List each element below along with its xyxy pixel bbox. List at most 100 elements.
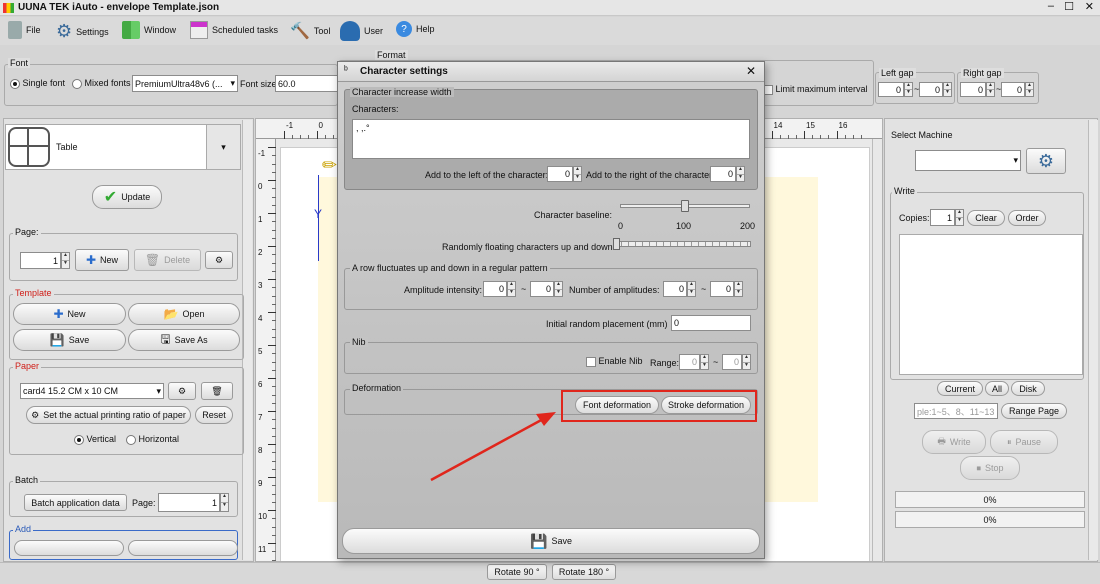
page-range-input[interactable]: ple:1~5、8、11~13 [914,403,998,419]
add-right-stepper[interactable]: ▲ ▼ [736,166,745,182]
machine-settings-button[interactable]: ⚙ [1026,148,1066,174]
disk-button[interactable]: Disk [1011,381,1045,396]
left-gap-max-stepper[interactable]: ▲ ▼ [943,82,952,97]
template-open-button[interactable]: 📂 Open [128,303,240,325]
template-new-button[interactable]: ✚ New [13,303,126,325]
stroke-deformation-button[interactable]: Stroke deformation [661,396,751,414]
all-button[interactable]: All [985,381,1009,396]
menu-file[interactable]: File [8,21,41,39]
clear-button[interactable]: Clear [967,210,1005,226]
ruler-minor-tick [332,135,334,139]
menu-window[interactable]: Window [122,21,176,39]
reset-button[interactable]: Reset [195,406,233,424]
left-gap-min-stepper[interactable]: ▲ ▼ [904,82,913,97]
amplitude-min-stepper[interactable]: ▲ ▼ [507,281,516,297]
printing-ratio-button[interactable]: ⚙ Set the actual printing ratio of paper [26,406,191,424]
menu-scheduled-tasks[interactable]: Scheduled tasks [190,21,278,39]
limit-interval-checkbox[interactable]: Limit maximum interval [763,84,868,95]
menu-help[interactable]: ? Help [396,21,435,37]
range-page-button[interactable]: Range Page [1001,403,1067,419]
batch-application-button[interactable]: Batch application data [24,494,127,511]
ruler-minor-tick [272,204,276,206]
write-button[interactable]: 🖶 Write [922,430,986,454]
range-min-stepper[interactable]: ▲ ▼ [700,354,709,370]
num-amplitudes-min-input[interactable]: 0 [663,281,687,297]
task-list[interactable] [899,234,1083,375]
range-max-input[interactable]: 0 [722,354,742,370]
minimize-icon[interactable]: – [1048,0,1054,12]
order-button[interactable]: Order [1008,210,1046,226]
enable-nib-checkbox[interactable]: Enable Nib [586,356,643,367]
ruler-minor-tick [272,394,276,396]
machine-select[interactable]: ▾ [915,150,1021,171]
ruler-minor-tick [272,262,276,264]
stop-button[interactable]: ⏹ Stop [960,456,1020,480]
right-gap-min-input[interactable]: 0 [960,82,986,97]
vertical-radio[interactable]: Vertical [74,434,116,445]
page-input[interactable]: 1 [20,252,61,269]
baseline-slider-thumb[interactable] [681,200,689,212]
close-icon[interactable]: ✕ [746,64,756,78]
close-window-icon[interactable]: ✕ [1085,0,1094,13]
copies-input[interactable]: 1 [930,209,955,226]
horizontal-radio[interactable]: Horizontal [126,434,179,445]
right-gap-max-stepper[interactable]: ▲ ▼ [1025,82,1034,97]
amplitude-max-input[interactable]: 0 [530,281,554,297]
rotate-90-button[interactable]: Rotate 90 ° [487,564,547,580]
single-font-radio[interactable]: Single font [10,78,65,89]
canvas-scrollbar[interactable] [872,139,882,561]
floating-slider[interactable] [613,238,751,250]
font-size-input[interactable]: 60.0 [275,75,339,92]
add-right-input[interactable]: 0 [710,166,736,182]
batch-page-stepper[interactable]: ▲ ▼ [220,493,229,512]
amplitude-max-stepper[interactable]: ▲ ▼ [554,281,563,297]
dialog-save-button[interactable]: 💾 Save [342,528,760,554]
template-dropdown-arrow[interactable]: ▾ [206,125,240,169]
template-selector[interactable]: Table ▾ [5,124,241,170]
pause-button[interactable]: ⏸ Pause [990,430,1058,454]
initial-placement-input[interactable]: 0 [671,315,751,331]
paper-select[interactable]: card4 15.2 CM x 10 CM ▾ [20,383,164,399]
baseline-slider[interactable] [620,200,750,212]
add-button-1[interactable] [14,540,124,556]
template-save-button[interactable]: 💾 Save [13,329,126,351]
num-amplitudes-max-input[interactable]: 0 [710,281,734,297]
maximize-icon[interactable]: ☐ [1064,0,1074,13]
left-gap-max-input[interactable]: 0 [919,82,943,97]
amplitude-min-input[interactable]: 0 [483,281,507,297]
add-left-stepper[interactable]: ▲ ▼ [573,166,582,182]
add-left-input[interactable]: 0 [547,166,573,182]
menu-user[interactable]: User [340,21,383,41]
page-settings-button[interactable]: ⚙ [205,251,233,269]
delete-page-button[interactable]: 🗑 Delete [134,249,201,271]
ruler-label: 2 [258,248,263,257]
add-button-2[interactable] [128,540,238,556]
ruler-minor-tick [272,303,276,305]
update-button[interactable]: ✔ Update [92,185,162,209]
menu-tool[interactable]: 🔨 Tool [290,21,330,41]
paper-delete-button[interactable]: 🗑 [201,382,233,400]
batch-page-input[interactable]: 1 [158,493,220,512]
rotate-180-button[interactable]: Rotate 180 ° [552,564,616,580]
num-amplitudes-min-stepper[interactable]: ▲ ▼ [687,281,696,297]
new-page-button[interactable]: ✚ New [75,249,129,271]
template-save-as-button[interactable]: 🖫 Save As [128,329,240,351]
characters-textarea[interactable]: , ,.° [352,119,750,159]
copies-stepper[interactable]: ▲ ▼ [955,209,964,226]
font-select[interactable]: PremiumUltra48v6 (... ▾ [132,75,238,92]
characters-label: Characters: [352,104,399,114]
num-amplitudes-max-stepper[interactable]: ▲ ▼ [734,281,743,297]
mixed-fonts-radio[interactable]: Mixed fonts [72,78,131,89]
left-gap-min-input[interactable]: 0 [878,82,904,97]
right-gap-max-input[interactable]: 0 [1001,82,1025,97]
paper-settings-button[interactable]: ⚙ [168,382,196,400]
right-panel-scrollbar[interactable] [1088,120,1098,560]
right-gap-min-stepper[interactable]: ▲ ▼ [986,82,995,97]
floating-slider-thumb[interactable] [613,238,620,250]
font-deformation-button[interactable]: Font deformation [575,396,659,414]
page-stepper[interactable]: ▲ ▼ [61,252,70,269]
range-max-stepper[interactable]: ▲ ▼ [742,354,751,370]
current-button[interactable]: Current [937,381,983,396]
range-min-input[interactable]: 0 [679,354,700,370]
menu-settings[interactable]: ⚙ Settings [56,21,109,42]
